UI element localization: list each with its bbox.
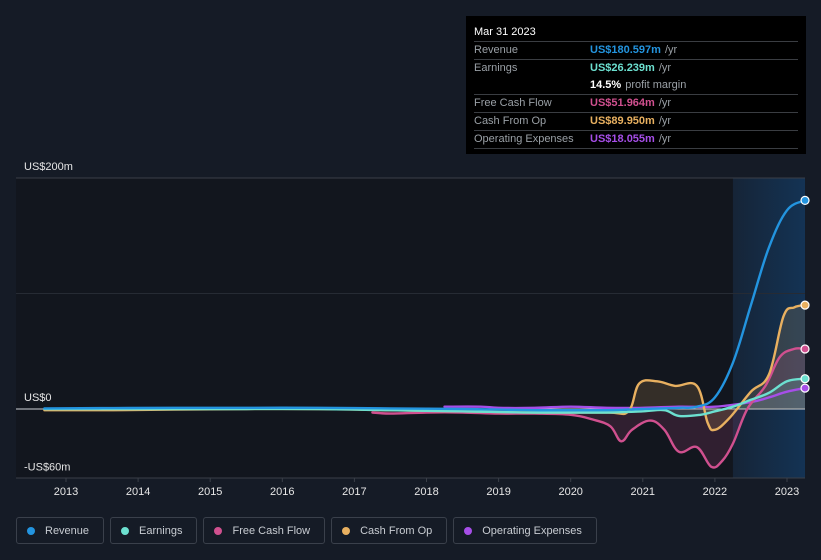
legend-dot-icon [27,526,35,535]
tooltip-row-label: Revenue [474,44,519,56]
tooltip-row-label: Operating Expenses [474,133,574,145]
revenue-endpoint[interactable] [800,195,810,206]
tooltip-row-value: US$180.597m [590,44,661,56]
tooltip-row: Revenue US$180.597m/yr [474,41,798,59]
legend-dot-icon [464,526,473,535]
data-tooltip: Mar 31 2023 Revenue US$180.597m/yr Earning… [466,16,806,154]
x-tick-label: 2016 [270,486,294,498]
y-tick-label: US$200m [24,161,73,173]
x-tick-label: 2014 [126,486,150,498]
tooltip-row-label: Earnings [474,62,518,74]
tooltip-row-value: US$89.950m [590,115,655,127]
free-cash-flow-endpoint[interactable] [800,344,810,354]
tooltip-row: 14.5% profit margin [474,77,798,94]
y-tick-label: -US$60m [24,461,70,473]
tooltip-row-unit: /yr [658,133,672,145]
tooltip-row-label: Free Cash Flow [474,97,552,109]
tooltip-row-unit: /yr [658,97,672,109]
legend-dot-icon [121,526,130,535]
tooltip-row-label [474,77,590,94]
legend-dot-icon [342,526,351,535]
x-tick-label: 2022 [703,486,727,498]
tooltip-row-value: US$18.055m [590,133,655,145]
legend-label: Earnings [139,524,183,537]
tooltip-row-label: Cash From Op [474,115,547,127]
x-tick-label: 2020 [558,486,582,498]
tooltip-row-value: US$26.239m [590,62,655,74]
earnings-endpoint[interactable] [800,374,810,384]
operating-expenses-endpoint[interactable] [800,383,810,393]
legend-item-free-cash-flow[interactable]: Free Cash Flow [203,517,326,544]
tooltip-row: Free Cash Flow US$51.964m/yr [474,94,798,112]
x-tick-label: 2023 [775,486,799,498]
cash-from-op-endpoint[interactable] [800,300,810,310]
y-tick-label: US$0 [24,392,52,404]
tooltip-row-value: US$51.964m [590,97,655,109]
legend-item-operating-expenses[interactable]: Operating Expenses [453,517,597,544]
legend-label: Cash From Op [360,524,433,537]
chart-legend: Revenue Earnings Free Cash Flow Cash From O… [16,517,597,544]
x-tick-label: 2021 [631,486,655,498]
legend-item-revenue[interactable]: Revenue [16,517,105,544]
x-tick-label: 2013 [54,486,78,498]
legend-label: Revenue [45,524,90,537]
tooltip-row-unit: /yr [658,62,672,74]
legend-item-cash-from-op[interactable]: Cash From Op [331,517,448,544]
legend-label: Free Cash Flow [232,524,311,537]
x-tick-label: 2015 [198,486,222,498]
tooltip-row-unit: /yr [658,115,672,127]
tooltip-row: Cash From Op US$89.950m/yr [474,112,798,130]
x-tick-label: 2019 [486,486,510,498]
tooltip-row-unit: /yr [664,44,678,56]
tooltip-date: Mar 31 2023 [474,26,536,38]
legend-dot-icon [214,526,223,535]
x-tick-label: 2017 [342,486,366,498]
x-tick-label: 2018 [414,486,438,498]
legend-item-earnings[interactable]: Earnings [110,517,198,544]
tooltip-row: Earnings US$26.239m/yr [474,59,798,77]
tooltip-row-value: 14.5% [590,79,622,91]
legend-label: Operating Expenses [482,524,582,537]
tooltip-row: Operating Expenses US$18.055m/yr [474,130,798,149]
tooltip-row-unit: profit margin [625,79,687,91]
